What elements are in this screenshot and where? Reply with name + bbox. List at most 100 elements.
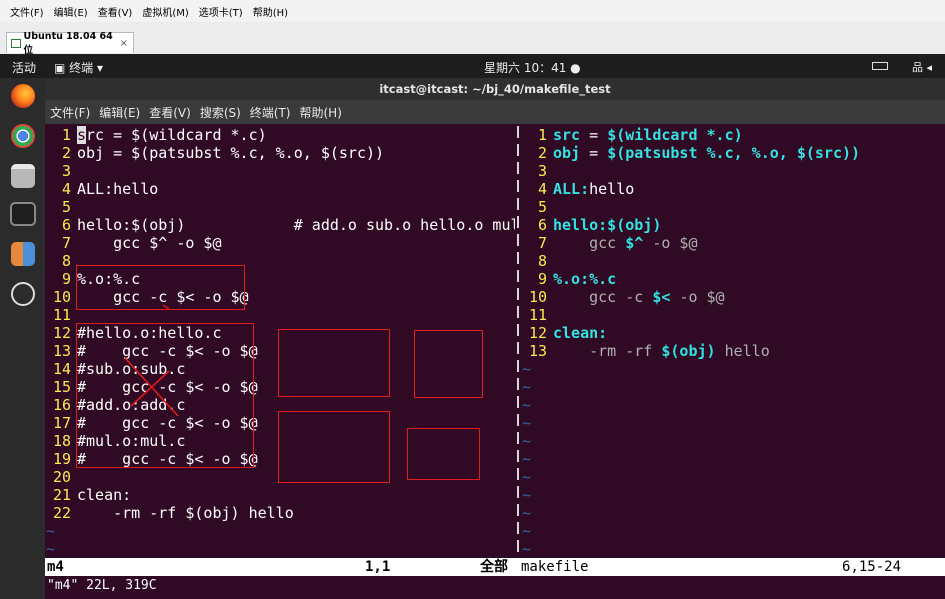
code-line: 1 src = $(wildcard *.c) [521,126,743,144]
host-menu-view[interactable]: 查看(V) [98,4,133,19]
host-menubar: 文件(F) 编辑(E) 查看(V) 虚拟机(M) 选项卡(T) 帮助(H) [0,0,945,23]
status-left-all: 全部 [480,559,508,575]
line-number: 13 [52,342,71,360]
separator-segment [517,504,519,516]
line-number: 4 [537,180,547,198]
vim-left-pane[interactable]: 1 src = $(wildcard *.c) 2 obj = $(patsubst … [45,124,515,558]
clock[interactable]: 星期六 10：41 ● [484,59,581,76]
empty-line-tilde: ~ [522,450,532,468]
code-line: 10 gcc -c $< -o $@ [521,288,725,306]
close-icon[interactable]: × [120,38,128,49]
status-right-filename: makefile [521,559,589,575]
code-keyword: clean: [553,324,608,342]
activities-button[interactable]: 活动 [12,59,36,76]
chrome-icon[interactable] [11,124,35,148]
code-line: 11 [45,306,77,324]
separator-segment [517,126,519,138]
code-text: gcc $^ -o $@ [77,234,222,252]
line-number: 5 [61,198,71,216]
empty-line-tilde: ~ [522,486,532,504]
line-number: 5 [537,198,547,216]
code-variable: $< [652,288,671,306]
separator-segment [517,360,519,372]
separator-segment [517,234,519,246]
line-number: 4 [61,180,71,198]
host-menu-edit[interactable]: 编辑(E) [54,4,88,19]
terminal-area[interactable]: 1 src = $(wildcard *.c) 2 obj = $(patsubst … [45,124,945,599]
code-line: 11 [521,306,553,324]
terminal-icon[interactable] [10,202,36,226]
vm-tab-strip: Ubuntu 18.04 64 位 × [0,22,945,56]
code-line: 4 ALL:hello [521,180,634,198]
host-menu-tabs[interactable]: 选项卡(T) [199,4,243,19]
code-line: 5 [521,198,553,216]
line-number: 6 [537,216,547,234]
code-line: 8 [521,252,553,270]
separator-segment [517,396,519,408]
separator-segment [517,162,519,174]
code-line: 14 #sub.o:sub.c [45,360,185,378]
line-number: 15 [52,378,71,396]
line-number: 10 [528,288,547,306]
line-number: 12 [528,324,547,342]
term-menu-search[interactable]: 搜索(S) [200,104,241,121]
line-number: 12 [52,324,71,342]
software-icon[interactable] [11,242,35,266]
vm-tab-label: Ubuntu 18.04 64 位 [23,30,113,56]
line-number: 1 [537,126,547,144]
keyboard-icon[interactable] [872,62,888,70]
network-icon[interactable]: 品 ◂ [912,59,932,75]
line-number: 22 [52,504,71,522]
code-text: gcc -c [553,288,653,306]
code-line: 6 hello:$(obj) [521,216,661,234]
firefox-icon[interactable] [11,84,35,108]
vim-command-line[interactable]: "m4" 22L, 319C [45,576,945,599]
line-number: 2 [537,144,547,162]
host-menu-vm[interactable]: 虚拟机(M) [142,4,188,19]
code-keyword: %.o:%.c [553,270,617,288]
code-line: 7 gcc $^ -o $@ [521,234,698,252]
empty-line-tilde: ~ [522,378,532,396]
separator-segment [517,540,519,552]
term-menu-file[interactable]: 文件(F) [50,104,90,121]
empty-line-tilde: ~ [522,396,532,414]
line-number: 11 [52,306,71,324]
line-number: 18 [52,432,71,450]
separator-segment [517,486,519,498]
term-menu-edit[interactable]: 编辑(E) [99,104,140,121]
code-text: # gcc -c $< -o $@ [77,378,258,396]
code-line: 22 -rm -rf $(obj) hello [45,504,294,522]
code-variable: $(wildcard *.c) [607,126,743,144]
vm-tab[interactable]: Ubuntu 18.04 64 位 × [6,30,134,56]
separator-segment [517,324,519,336]
code-text: # gcc -c $< -o $@ [77,414,258,432]
vim-right-pane[interactable]: 1 src = $(wildcard *.c) 2 obj = $(patsubst … [521,124,945,558]
line-number: 7 [61,234,71,252]
code-text: -o $@ [670,288,725,306]
separator-segment [517,252,519,264]
empty-line-tilde: ~ [522,360,532,378]
empty-line-tilde: ~ [522,468,532,486]
host-menu-file[interactable]: 文件(F) [10,4,44,19]
term-menu-help[interactable]: 帮助(H) [300,104,342,121]
host-menu-help[interactable]: 帮助(H) [253,4,288,19]
code-line: 13 # gcc -c $< -o $@ [45,342,258,360]
separator-segment [517,432,519,444]
line-number: 7 [537,234,547,252]
app-menu-terminal[interactable]: ▣ 终端 ▾ [54,59,103,76]
code-text: rc = $(wildcard *.c) [86,126,267,144]
code-text: clean: [77,486,132,504]
help-icon[interactable] [11,282,35,306]
code-text: #mul.o:mul.c [77,432,186,450]
line-number: 13 [528,342,547,360]
line-number: 6 [61,216,71,234]
code-text: %.o:%.c [77,270,141,288]
separator-segment [517,468,519,480]
term-menu-view[interactable]: 查看(V) [149,104,191,121]
separator-segment [517,414,519,426]
files-icon[interactable] [11,164,35,188]
window-title: itcast@itcast: ~/bj_40/makefile_test [45,78,945,100]
empty-line-tilde: ~ [522,540,532,558]
code-keyword: hello:$(obj) [553,216,662,234]
term-menu-terminal[interactable]: 终端(T) [250,104,291,121]
